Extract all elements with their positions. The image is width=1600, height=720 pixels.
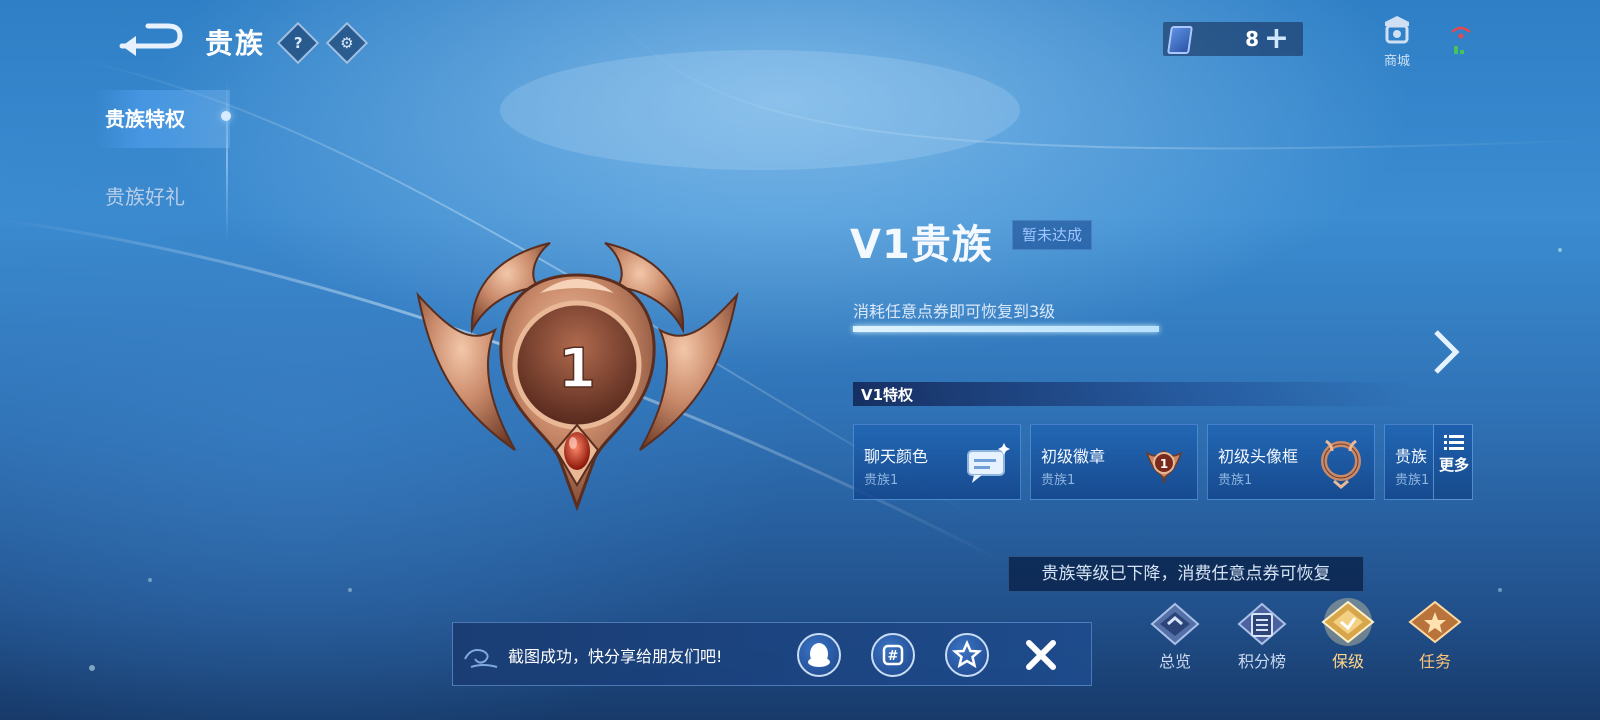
next-level-button[interactable] — [1428, 328, 1462, 376]
nav-ranking-label: 积分榜 — [1237, 652, 1286, 671]
cloud-swirl-icon — [464, 649, 498, 668]
nav-ranking[interactable]: 积分榜 — [1227, 598, 1297, 672]
page-title: 贵族 — [205, 27, 266, 60]
emblem-level-number: 1 — [558, 337, 596, 400]
chevron-right-icon — [1434, 330, 1460, 374]
status-badge: 暂未达成 — [1012, 220, 1092, 250]
protect-icon — [1321, 598, 1375, 646]
privilege-card-sub: 贵族1 — [1041, 473, 1076, 488]
privilege-card-title: 聊天颜色 — [864, 447, 929, 466]
privilege-card-sub: 贵族1 — [1218, 473, 1253, 488]
privilege-card-sub: 贵族1 — [1395, 473, 1430, 488]
back-arrow-icon — [119, 23, 183, 56]
nav-protect-label: 保级 — [1331, 652, 1364, 671]
restore-hint: 消耗任意点券即可恢复到3级 — [853, 302, 1056, 321]
demotion-tooltip: 贵族等级已下降，消费任意点券可恢复 — [1008, 556, 1364, 592]
settings-button[interactable]: ⚙ — [325, 21, 369, 65]
privileges-header-label: V1特权 — [861, 386, 914, 404]
nav-task[interactable]: 任务 — [1400, 598, 1470, 672]
add-voucher-button[interactable]: + — [1264, 22, 1289, 56]
chat-bubble-icon — [967, 443, 1010, 483]
nav-protect[interactable]: 保级 — [1313, 598, 1383, 672]
shop-button[interactable]: 商城 — [1375, 14, 1419, 69]
share-qzone-button[interactable]: # — [871, 633, 915, 677]
more-privileges-button[interactable]: 更多 — [1433, 424, 1473, 500]
privilege-card-chat-color[interactable]: 聊天颜色 贵族1 — [853, 424, 1021, 500]
help-icon: ? — [293, 33, 303, 52]
badge-level-number: 1 — [1160, 457, 1168, 471]
qq-icon — [808, 643, 830, 667]
privilege-card-badge[interactable]: 初级徽章 贵族1 1 — [1030, 424, 1198, 500]
gear-icon: ⚙ — [340, 33, 354, 52]
privilege-card-title: 初级头像框 — [1218, 447, 1299, 466]
privilege-card-title: 贵族 — [1395, 447, 1428, 466]
share-toast-text: 截图成功，快分享给朋友们吧! — [508, 647, 723, 666]
sidebar-item-privileges[interactable]: 贵族特权 — [95, 90, 230, 148]
privilege-card-sub: 贵族1 — [864, 473, 899, 488]
avatar-frame-icon — [1321, 439, 1361, 489]
ranking-icon — [1237, 602, 1287, 646]
sidebar: 贵族特权 贵族好礼 — [95, 80, 230, 240]
vip-level-title: V1贵族 — [850, 222, 993, 268]
privilege-card-partial[interactable]: 贵族 贵族1 — [1384, 424, 1434, 500]
qzone-icon: # — [882, 644, 904, 666]
nav-task-label: 任务 — [1418, 652, 1451, 671]
star-icon — [951, 639, 983, 669]
badge-icon: 1 — [1145, 450, 1183, 484]
voucher-icon — [1167, 26, 1193, 54]
privilege-card-avatar-frame[interactable]: 初级头像框 贵族1 — [1207, 424, 1375, 500]
task-icon — [1408, 600, 1462, 644]
share-qq-button[interactable] — [797, 633, 841, 677]
network-signal-icon — [1451, 26, 1471, 54]
noble-level-emblem: 1 — [416, 242, 739, 512]
restore-progress-fill — [853, 326, 1159, 332]
sidebar-active-indicator — [221, 111, 231, 121]
shop-label: 商城 — [1383, 54, 1410, 69]
share-toast: 截图成功，快分享给朋友们吧! # — [452, 622, 1092, 686]
nav-overview[interactable]: 总览 — [1140, 598, 1210, 672]
nav-overview-label: 总览 — [1158, 652, 1191, 671]
voucher-balance: 8 + — [1163, 22, 1303, 56]
voucher-count: 8 — [1245, 27, 1259, 51]
overview-icon — [1150, 602, 1200, 646]
close-icon[interactable] — [1021, 635, 1061, 675]
privilege-card-title: 初级徽章 — [1041, 447, 1106, 466]
list-icon — [1444, 435, 1464, 450]
help-button[interactable]: ? — [276, 21, 320, 65]
privileges-header: V1特权 — [853, 382, 1413, 406]
more-label: 更多 — [1438, 456, 1469, 474]
shop-icon — [1385, 16, 1409, 44]
share-star-button[interactable] — [945, 633, 989, 677]
back-button[interactable] — [118, 20, 184, 56]
svg-text:#: # — [888, 649, 899, 664]
restore-progress-bar — [853, 326, 1159, 332]
sidebar-item-gifts[interactable]: 贵族好礼 — [95, 168, 230, 226]
